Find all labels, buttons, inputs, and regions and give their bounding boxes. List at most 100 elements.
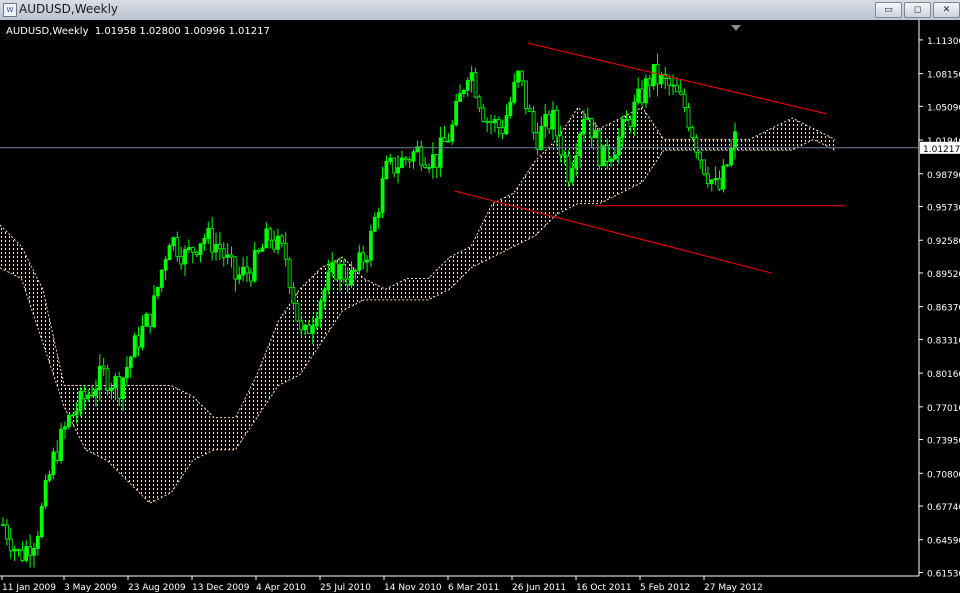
candle-body	[8, 538, 13, 552]
candle-body	[24, 546, 29, 561]
x-tick-label: 27 May 2012	[704, 583, 763, 593]
candle-body	[82, 391, 87, 400]
candle-body	[287, 258, 292, 289]
y-tick-label: 0.67740	[927, 503, 960, 513]
candle-body	[589, 117, 594, 139]
y-tick-label: 1.08150	[927, 71, 960, 81]
candle-body	[554, 109, 559, 137]
candle-body	[384, 160, 389, 180]
candle-body	[47, 474, 52, 481]
price-chart[interactable]: 1.113001.081501.050901.019400.987900.957…	[0, 20, 960, 593]
candle-body	[248, 272, 253, 282]
candle-body	[489, 121, 493, 124]
candle-body	[508, 101, 513, 117]
x-tick-label: 6 Mar 2011	[448, 583, 499, 593]
ichimoku-cloud	[0, 107, 835, 504]
candle-body	[644, 78, 648, 104]
candle-body	[210, 228, 215, 253]
y-tick-label: 0.80160	[927, 370, 960, 380]
candle-body	[256, 250, 261, 252]
candle-body	[314, 318, 319, 327]
candle-body	[245, 266, 249, 274]
candle-body	[206, 228, 211, 239]
chart-area[interactable]: 1.113001.081501.050901.019400.987900.957…	[0, 20, 960, 593]
candle-body	[640, 88, 644, 104]
candle-body	[400, 157, 404, 169]
candle-body	[310, 325, 315, 334]
restore-button[interactable]: ◻	[904, 2, 931, 18]
candle-body	[260, 247, 265, 252]
candle-body	[299, 320, 304, 331]
candle-body	[527, 108, 532, 113]
candle-body	[369, 230, 373, 261]
candle-body	[202, 238, 207, 245]
y-tick-label: 0.98790	[927, 171, 960, 181]
window-title: AUDUSD,Weekly	[19, 2, 118, 16]
candle-body	[562, 154, 567, 157]
candle-body	[582, 118, 586, 135]
candle-body	[295, 302, 300, 322]
y-tick-label: 1.05090	[927, 103, 960, 113]
candle-body	[678, 91, 683, 95]
candle-body	[35, 536, 40, 549]
chart-info-line: AUDUSD,Weekly 1.01958 1.02800 1.00996 1.…	[6, 26, 270, 37]
candle-body	[97, 365, 102, 391]
candle-body	[636, 88, 641, 103]
candle-body	[318, 300, 323, 320]
y-tick-label: 0.92580	[927, 237, 960, 247]
candle-body	[733, 131, 737, 149]
candle-body	[272, 239, 277, 250]
close-button[interactable]: ✕	[933, 2, 960, 18]
candle-body	[504, 115, 509, 134]
candle-body	[341, 264, 346, 280]
candle-body	[4, 524, 9, 540]
candle-body	[63, 426, 67, 430]
x-tick-label: 25 Jul 2010	[320, 583, 371, 593]
candle-body	[543, 113, 548, 127]
candle-body	[473, 72, 478, 98]
candle-body	[388, 157, 393, 162]
candle-body	[225, 254, 230, 258]
candle-body	[20, 549, 25, 561]
candle-body	[682, 93, 687, 108]
candle-body	[578, 133, 582, 156]
candle-body	[59, 428, 63, 461]
candle-body	[144, 313, 149, 327]
candle-body	[190, 247, 195, 253]
x-tick-label: 26 Jun 2011	[512, 583, 566, 593]
candle-body	[128, 356, 133, 368]
minimize-button[interactable]: ▭	[875, 2, 902, 18]
candle-body	[101, 365, 106, 370]
candle-body	[613, 154, 617, 160]
candle-body	[713, 178, 718, 181]
candle-body	[156, 287, 160, 297]
candle-body	[140, 325, 145, 348]
candle-body	[446, 140, 451, 143]
candle-body	[454, 101, 459, 126]
candle-body	[159, 269, 164, 288]
candle-body	[531, 111, 536, 134]
candle-body	[233, 256, 238, 280]
candle-body	[585, 117, 590, 120]
trendline-1	[527, 42, 827, 115]
candle-body	[659, 74, 664, 85]
y-tick-label: 0.64590	[927, 537, 960, 547]
candle-body	[51, 451, 56, 476]
candle-body	[39, 505, 44, 537]
candle-body	[357, 252, 362, 271]
candle-body	[547, 113, 551, 130]
candle-body	[632, 101, 637, 127]
y-tick-label: 1.11300	[927, 37, 960, 47]
candle-body	[651, 63, 656, 87]
candle-body	[229, 254, 234, 258]
y-tick-label: 0.89520	[927, 270, 960, 280]
candle-body	[721, 165, 726, 190]
candle-body	[407, 159, 412, 162]
candle-body	[698, 151, 703, 161]
candle-body	[330, 262, 335, 273]
candle-body	[94, 389, 98, 397]
candle-body	[558, 135, 563, 156]
candle-body	[171, 237, 176, 247]
candle-body	[380, 178, 385, 213]
candle-body	[686, 107, 691, 129]
